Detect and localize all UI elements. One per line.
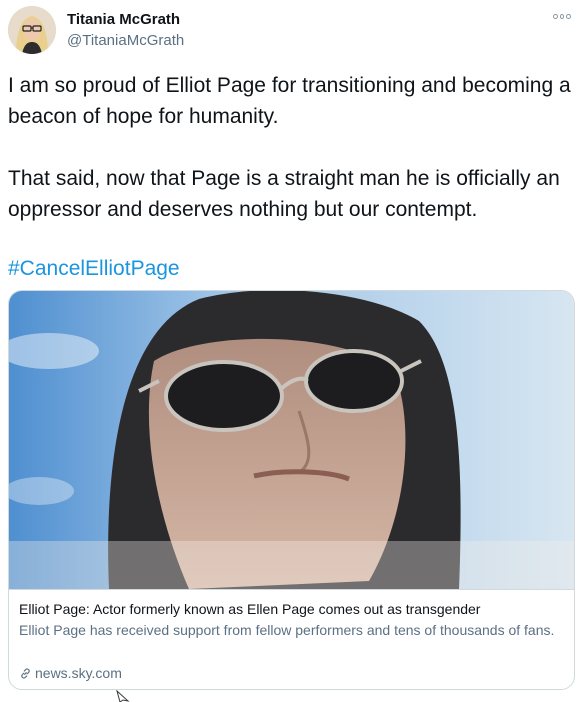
tweet-text: I am so proud of Elliot Page for transit… [8, 70, 573, 225]
avatar-image [8, 6, 56, 54]
link-icon [21, 667, 30, 679]
author-handle[interactable]: @TitaniaMcGrath [67, 32, 184, 49]
card-title[interactable]: Elliot Page: Actor formerly known as Ell… [19, 600, 564, 618]
card-body: Elliot Page: Actor formerly known as Ell… [9, 589, 574, 689]
card-domain[interactable]: news.sky.com [19, 664, 122, 682]
card-domain-text: news.sky.com [35, 665, 122, 681]
more-options-icon [553, 13, 558, 19]
more-options-button[interactable] [552, 8, 572, 24]
more-options-icon [566, 13, 572, 19]
hashtag-link[interactable]: #CancelElliotPage [8, 253, 180, 284]
card-image [9, 291, 574, 589]
more-options-icon [559, 13, 565, 19]
tweet-paragraph: I am so proud of Elliot Page for transit… [8, 74, 571, 128]
link-card[interactable]: Elliot Page: Actor formerly known as Ell… [8, 290, 575, 690]
tweet-paragraph: That said, now that Page is a straight m… [8, 167, 560, 221]
tweet: Titania McGrath @TitaniaMcGrath I am so … [0, 0, 579, 702]
mouse-cursor-icon [116, 690, 130, 702]
card-description: Elliot Page has received support from fe… [19, 622, 555, 638]
author-name[interactable]: Titania McGrath [67, 11, 180, 28]
avatar[interactable] [8, 6, 56, 54]
